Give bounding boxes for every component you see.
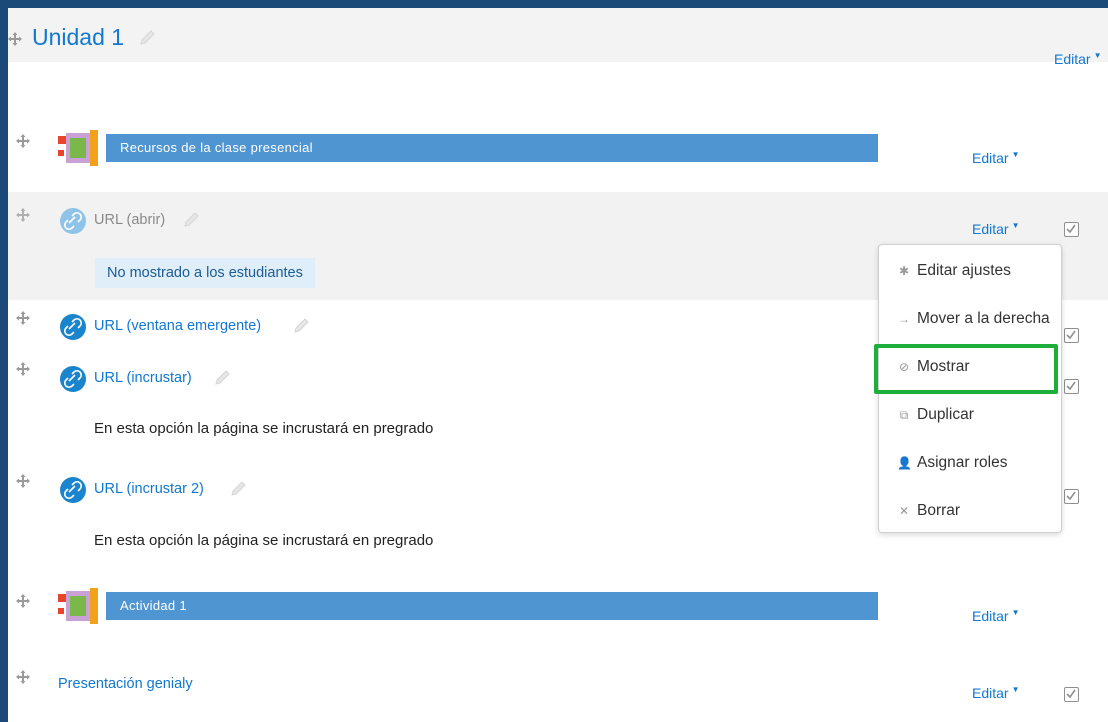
highlight-box	[874, 344, 1058, 394]
resources-edit-menu[interactable]: Editar ▼	[972, 150, 1020, 166]
pencil-icon[interactable]	[183, 211, 200, 228]
section-edit-menu[interactable]: Editar ▼	[1054, 51, 1102, 67]
move-icon[interactable]	[16, 362, 30, 376]
activity-description: En esta opción la página se incrustará e…	[94, 420, 434, 437]
completion-checkbox[interactable]	[1064, 328, 1079, 343]
activity-banner-edit-menu[interactable]: Editar ▼	[972, 608, 1020, 624]
arrow-right-icon: →	[898, 312, 910, 326]
link-icon	[60, 366, 86, 392]
menu-item-move-right[interactable]: → Mover a la derecha	[879, 297, 1061, 341]
genialy-link[interactable]: Presentación genialy	[58, 676, 193, 692]
move-icon[interactable]	[16, 594, 30, 608]
completion-checkbox[interactable]	[1064, 379, 1079, 394]
url-popup-link[interactable]: URL (ventana emergente)	[94, 318, 261, 334]
gear-icon: ✱	[898, 264, 910, 278]
completion-checkbox[interactable]	[1064, 222, 1079, 237]
menu-item-assign-roles[interactable]: 👤 Asignar roles	[879, 441, 1061, 485]
move-icon[interactable]	[16, 474, 30, 488]
link-icon	[60, 314, 86, 340]
move-icon[interactable]	[16, 134, 30, 148]
pencil-icon[interactable]	[293, 317, 310, 334]
link-icon	[60, 477, 86, 503]
completion-checkbox[interactable]	[1064, 687, 1079, 702]
genialy-edit-menu[interactable]: Editar ▼	[972, 685, 1020, 701]
section-header: Unidad 1	[8, 8, 1108, 62]
pencil-icon[interactable]	[214, 369, 231, 386]
url-embed2-link[interactable]: URL (incrustar 2)	[94, 481, 204, 497]
move-icon[interactable]	[16, 311, 30, 325]
url-embed-link[interactable]: URL (incrustar)	[94, 370, 192, 386]
section-title[interactable]: Unidad 1	[32, 24, 124, 51]
url-open-link[interactable]: URL (abrir)	[94, 212, 165, 228]
duplicate-icon: ⧉	[899, 408, 909, 422]
pencil-icon[interactable]	[230, 480, 247, 497]
activity-description: En esta opción la página se incrustará e…	[94, 532, 434, 549]
label-image-icon	[58, 588, 98, 624]
user-plus-icon: 👤	[897, 456, 912, 470]
move-icon[interactable]	[16, 670, 30, 684]
url-open-edit-menu[interactable]: Editar ▼	[972, 221, 1020, 237]
move-icon[interactable]	[16, 208, 30, 222]
hidden-from-students-badge: No mostrado a los estudiantes	[95, 258, 315, 288]
menu-item-edit-settings[interactable]: ✱ Editar ajustes	[879, 249, 1061, 293]
close-icon: ✕	[898, 504, 910, 518]
move-icon[interactable]	[8, 32, 22, 46]
activity-banner: Actividad 1	[106, 592, 878, 620]
label-image-icon	[58, 130, 98, 166]
resources-banner: Recursos de la clase presencial	[106, 134, 878, 162]
completion-checkbox[interactable]	[1064, 489, 1079, 504]
course-page: Unidad 1 Editar ▼ Recursos de la clase pr…	[8, 8, 1108, 722]
menu-item-delete[interactable]: ✕ Borrar	[879, 489, 1061, 533]
menu-item-duplicate[interactable]: ⧉ Duplicar	[879, 393, 1061, 437]
pencil-icon[interactable]	[139, 29, 156, 46]
link-icon	[60, 208, 86, 234]
